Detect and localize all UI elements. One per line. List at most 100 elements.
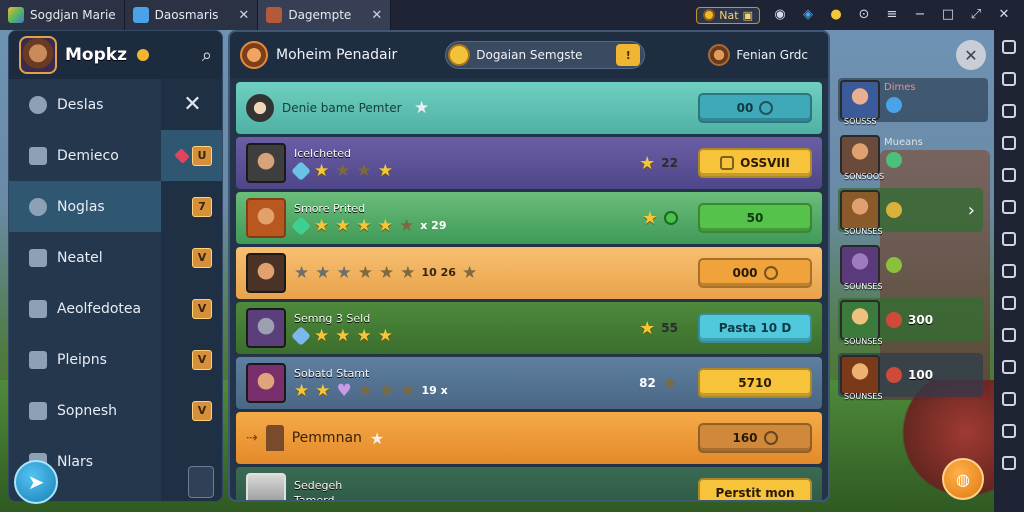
nav-badge-row[interactable]: V <box>161 334 222 385</box>
list-item[interactable]: Icelcheted ★ ★ ★ ★ ★ 22 OSSVIII <box>236 137 822 189</box>
tab-label: Dagempte <box>288 8 352 22</box>
search-icon[interactable]: ⌕ <box>202 45 212 66</box>
coin-balance[interactable]: Nat ▣ <box>696 6 760 24</box>
list-item[interactable]: ★ ★ ★ ★ ★ ★ 10 26 ★ 000 <box>236 247 822 299</box>
toolbar-location-icon[interactable] <box>1002 328 1016 342</box>
close-window-icon[interactable]: ✕ <box>996 7 1012 23</box>
maximize-icon[interactable]: □ <box>940 7 956 23</box>
row-count: 19 x <box>421 383 448 397</box>
toolbar-volume-icon[interactable] <box>1002 72 1016 86</box>
list-item[interactable]: Denie bame Pemter ★ 00 <box>236 82 822 134</box>
shield-icon[interactable]: ◈ <box>800 7 816 23</box>
minimize-icon[interactable]: − <box>912 7 928 23</box>
star-icon: ★ <box>461 263 478 283</box>
star-icon: ★ <box>335 215 351 236</box>
list-item[interactable]: Semng 3 Seld ★ ★ ★ ★ ★ 55 Pasta 10 D <box>236 302 822 354</box>
claim-button[interactable]: 00 <box>698 93 812 123</box>
nav-badge-row[interactable]: V <box>161 283 222 334</box>
trash-icon[interactable] <box>188 466 214 498</box>
nav-item-demieco[interactable]: Demieco <box>9 130 161 181</box>
currency-pill[interactable]: Dogaian Semgste ! <box>445 41 646 69</box>
claim-button[interactable]: Perstit mon <box>698 478 812 500</box>
claim-button[interactable]: OSSVIII <box>698 148 812 178</box>
close-button[interactable]: ✕ <box>956 40 986 70</box>
claim-button[interactable]: Pasta 10 D <box>698 313 812 343</box>
hero-item[interactable]: SOUNSES › <box>838 188 983 236</box>
claim-button[interactable]: 000 <box>698 258 812 288</box>
nav-badge-row[interactable]: 7 <box>161 181 222 232</box>
toolbar-apk-icon[interactable] <box>1002 200 1016 214</box>
inbox-icon <box>29 248 47 267</box>
avatar[interactable] <box>240 41 268 69</box>
badge: V <box>192 247 212 268</box>
alert-button[interactable]: ! <box>616 44 641 66</box>
toolbar-back-icon[interactable] <box>1002 424 1016 438</box>
nav-item-sopnesh[interactable]: Sopnesh <box>9 385 161 436</box>
star-icon: ★ <box>400 263 416 283</box>
hero-item[interactable]: SOUNSES 300 <box>838 298 983 346</box>
star-icon: ★ <box>379 263 395 283</box>
toolbar-keyboard-icon[interactable] <box>1002 104 1016 118</box>
nav-item-label: Aeolfedotea <box>57 300 142 317</box>
nav-item-label: Deslas <box>57 96 104 113</box>
menu-icon[interactable]: ≡ <box>884 7 900 23</box>
list-item[interactable]: ⇢ Pemmnan ★ 160 <box>236 412 822 464</box>
gem-icon <box>291 215 311 236</box>
toolbar-folder-icon[interactable] <box>1002 232 1016 246</box>
nav-item-pleipns[interactable]: Pleipns <box>9 334 161 385</box>
nav-badge-row[interactable]: V <box>161 232 222 283</box>
toolbar-fullscreen-icon[interactable] <box>1002 40 1016 54</box>
toolbar-screenshot-icon[interactable] <box>1002 136 1016 150</box>
star-icon: ★ <box>314 325 330 346</box>
star-icon: ★ <box>356 215 372 236</box>
nav-item-neatel[interactable]: Neatel <box>9 232 161 283</box>
claim-button[interactable]: 5710 <box>698 368 812 398</box>
list-item[interactable]: Smore Prited ★ ★ ★ ★ ★ x 29 ★ 50 <box>236 192 822 244</box>
hero-item[interactable]: SONSOOS Mueans <box>838 133 988 181</box>
toolbar-more-icon[interactable] <box>1002 392 1016 406</box>
claim-button[interactable]: 160 <box>698 423 812 453</box>
tab-cloud[interactable]: Daosmaris ✕ <box>124 0 259 30</box>
nav-item-aeolfedotea[interactable]: Aeolfedotea <box>9 283 161 334</box>
close-icon[interactable]: ✕ <box>161 79 222 130</box>
chevron-right-icon[interactable]: › <box>968 200 975 221</box>
record-icon[interactable]: ◉ <box>772 7 788 23</box>
header-right[interactable]: Fenian Grdc <box>708 44 818 66</box>
toolbar-rotate-icon[interactable] <box>1002 264 1016 278</box>
hero-item[interactable]: SOUSSS Dimes <box>838 78 988 126</box>
list-item[interactable]: Sedegeh Tamerd Perstit mon <box>236 467 822 500</box>
toolbar-home-icon[interactable] <box>1002 456 1016 470</box>
expand-icon[interactable]: ⤢ <box>968 7 984 23</box>
tab-game[interactable]: Dagempte ✕ <box>258 0 392 30</box>
nav-item-noglas[interactable]: Noglas <box>9 181 161 232</box>
row-body: Denie bame Pemter <box>282 101 690 115</box>
hero-item[interactable]: SOUNSES <box>838 243 988 291</box>
badge: 7 <box>192 196 212 217</box>
hero-value: 100 <box>908 368 934 382</box>
star-icon: ★ <box>661 372 678 394</box>
button-label: 50 <box>746 211 764 225</box>
tab-app[interactable]: Sogdjan Marie <box>0 0 125 30</box>
bulb-icon[interactable]: ● <box>828 7 844 23</box>
nav-badge-row[interactable]: V <box>161 385 222 436</box>
avatar[interactable] <box>19 36 57 74</box>
nav-item-deslas[interactable]: Deslas <box>9 79 161 130</box>
send-button[interactable]: ➤ <box>14 460 58 504</box>
shop-button[interactable]: ◍ <box>942 458 984 500</box>
claim-button[interactable]: 50 <box>698 203 812 233</box>
close-icon[interactable]: ✕ <box>238 8 249 23</box>
heart-icon: ♥ <box>336 380 352 401</box>
gem-icon <box>291 325 311 346</box>
close-icon[interactable]: ✕ <box>371 8 382 23</box>
list-item[interactable]: Sobatd Stamt ★ ★ ♥ ★ ★ ★ 19 x 82 ★ 5710 <box>236 357 822 409</box>
row-body: Sedegeh Tamerd <box>294 479 690 500</box>
toolbar-shake-icon[interactable] <box>1002 296 1016 310</box>
toolbar-record-icon[interactable] <box>1002 168 1016 182</box>
row-count: x 29 <box>420 218 447 232</box>
nav-badge-row[interactable]: U <box>161 130 222 181</box>
hero-label: SOUNSES <box>844 337 883 346</box>
hero-item[interactable]: SOUNSES 100 <box>838 353 983 401</box>
toolbar-multi-icon[interactable] <box>1002 360 1016 374</box>
row-mid: ★ 22 <box>639 153 678 174</box>
settings-icon[interactable]: ⊙ <box>856 7 872 23</box>
